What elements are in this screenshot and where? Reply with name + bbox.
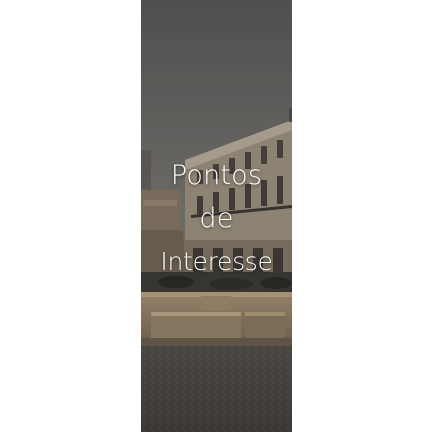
points-of-interest-banner[interactable]: Pontos de Interesse [141, 0, 292, 432]
page: Pontos de Interesse [0, 0, 432, 432]
banner-title: Pontos de Interesse [141, 154, 292, 283]
banner-title-line-2: de [199, 203, 234, 234]
banner-title-line-3: Interesse [160, 247, 273, 276]
banner-title-line-1: Pontos [170, 160, 263, 191]
